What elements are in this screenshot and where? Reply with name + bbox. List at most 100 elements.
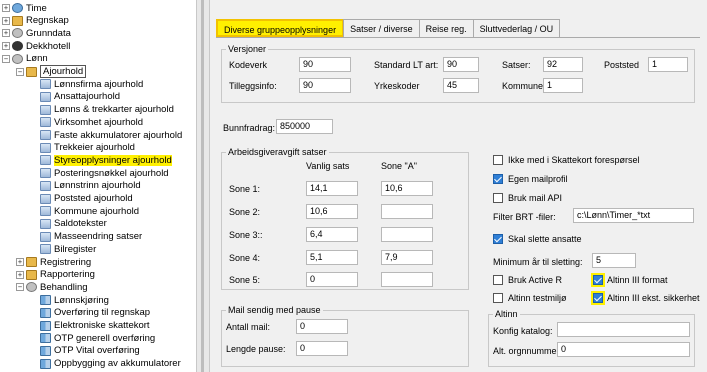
splitter[interactable] <box>196 0 210 372</box>
tab-diverse-gruppeopplysninger[interactable]: Diverse gruppeopplysninger <box>216 19 345 37</box>
tree-item-label: Time <box>26 2 47 14</box>
tree-item-label: Lønnskjøring <box>54 294 109 306</box>
tree-item[interactable]: Masseendring satser <box>40 231 142 243</box>
tree-item-label: Lønn <box>26 53 48 65</box>
tree-item[interactable]: − Lønn <box>2 53 48 65</box>
vanlig-sats-field[interactable]: 5,1 <box>306 250 358 265</box>
tree-item[interactable]: Styreopplysninger ajourhold <box>40 154 172 166</box>
altinn3-sikkerhet-checkbox[interactable] <box>593 293 603 303</box>
database-icon <box>12 28 23 39</box>
kodeverk-field[interactable]: 90 <box>299 57 351 72</box>
folder-icon <box>26 257 37 267</box>
tree-item[interactable]: OTP Vital overføring <box>40 345 140 357</box>
egen-mailprofil-checkbox[interactable] <box>493 174 503 184</box>
splitter-bar <box>201 0 204 372</box>
tree-item[interactable]: Lønnsfirma ajourhold <box>40 78 143 90</box>
tab-reise-reg[interactable]: Reise reg. <box>418 19 474 37</box>
konfig-katalog-field[interactable] <box>557 322 690 337</box>
yrkeskoder-label: Yrkeskoder <box>374 81 420 91</box>
sone-a-field[interactable] <box>381 204 433 219</box>
lengde-pause-field[interactable]: 0 <box>296 341 348 356</box>
poststed-field[interactable]: 1 <box>648 57 688 72</box>
tree-item[interactable]: Faste akkumulatorer ajourhold <box>40 129 182 141</box>
tree-item[interactable]: Posteringsnøkkel ajourhold <box>40 167 169 179</box>
document-icon <box>40 104 51 115</box>
tree-item[interactable]: + Registrering <box>16 256 91 268</box>
expand-icon[interactable]: + <box>2 4 10 12</box>
tree-item[interactable]: + Rapportering <box>16 269 95 281</box>
ikke-med-label: Ikke med i Skattekort forespørsel <box>508 155 640 165</box>
tree-item-label: Ajourhold <box>40 65 87 78</box>
tree-item[interactable]: Lønnskjøring <box>40 294 109 306</box>
collapse-icon[interactable]: − <box>2 54 10 63</box>
grid-icon <box>40 295 51 306</box>
altinn3-format-checkbox[interactable] <box>593 275 603 285</box>
tab-content: Versjoner Kodeverk 90 Tilleggsinfo: 90 S… <box>216 37 700 372</box>
tree-item[interactable]: OTP generell overføring <box>40 332 155 344</box>
expand-icon[interactable]: + <box>16 270 24 279</box>
tree-item[interactable]: + Dekkhotell <box>2 40 70 52</box>
expand-icon[interactable]: + <box>2 29 10 38</box>
document-icon <box>40 218 51 229</box>
bunnfradrag-field[interactable]: 850000 <box>276 119 333 134</box>
tree-item-label: Virksomhet ajourhold <box>54 116 144 128</box>
tree-item[interactable]: Lønns & trekkarter ajourhold <box>40 104 174 116</box>
tree-item[interactable]: Ansattajourhold <box>40 91 120 103</box>
tree-item[interactable]: Trekkeier ajourhold <box>40 142 135 154</box>
bunnfradrag-label: Bunnfradrag: <box>223 123 276 133</box>
collapse-icon[interactable]: − <box>16 283 24 292</box>
vanlig-sats-field[interactable]: 14,1 <box>306 181 358 196</box>
antall-mail-field[interactable]: 0 <box>296 319 348 334</box>
tree-item-label: Lønnsfirma ajourhold <box>54 78 144 90</box>
expand-icon[interactable]: + <box>16 258 24 266</box>
expand-icon[interactable]: + <box>2 42 10 51</box>
vanlig-sats-field[interactable]: 6,4 <box>306 227 358 242</box>
tree-item[interactable]: Lønnstrinn ajourhold <box>40 180 141 192</box>
document-icon <box>40 168 51 179</box>
sone-a-field[interactable]: 10,6 <box>381 181 433 196</box>
vanlig-sats-field[interactable]: 0 <box>306 272 358 287</box>
tree-item[interactable]: − Ajourhold <box>16 65 87 78</box>
altinn-testmiljo-checkbox[interactable] <box>493 293 503 303</box>
ikke-med-checkbox[interactable] <box>493 155 503 165</box>
filter-brt-field[interactable]: c:\Lønn\Timer_*txt <box>573 208 694 223</box>
satser-field[interactable]: 92 <box>543 57 583 72</box>
bruk-mail-api-checkbox[interactable] <box>493 193 503 203</box>
tree-item[interactable]: − Behandling <box>16 281 88 293</box>
collapse-icon[interactable]: − <box>16 67 24 76</box>
sone-a-field[interactable] <box>381 272 433 287</box>
standard-lt-art-field[interactable]: 90 <box>443 57 479 72</box>
expand-icon[interactable]: + <box>2 16 10 25</box>
tilleggsinfo-field[interactable]: 90 <box>299 78 351 93</box>
kommune-field[interactable]: 1 <box>543 78 583 93</box>
vanlig-sats-field[interactable]: 10,6 <box>306 204 358 219</box>
tree-item[interactable]: + Grunndata <box>2 27 71 39</box>
tree-item-label: Overføring til regnskap <box>54 307 151 319</box>
skal-slette-checkbox[interactable] <box>493 234 503 244</box>
document-icon <box>40 130 51 140</box>
bruk-active-r-checkbox[interactable] <box>493 275 503 285</box>
arbeidsgiveravgift-group: Arbeidsgiveravgift satser <box>221 147 469 290</box>
tree-item[interactable]: Oppbygging av akkumulatorer <box>40 358 181 370</box>
tree-item[interactable]: Saldotekster <box>40 218 107 230</box>
tree-item[interactable]: Overføring til regnskap <box>40 307 150 319</box>
tree-item[interactable]: + Time <box>2 2 47 14</box>
versjoner-title: Versjoner <box>226 44 269 54</box>
minimum-ar-field[interactable]: 5 <box>592 253 636 268</box>
tree-item[interactable]: Bilregister <box>40 243 96 255</box>
tree-item-label: Masseendring satser <box>54 231 143 243</box>
tree-item[interactable]: Elektroniske skattekort <box>40 320 150 332</box>
tree-item[interactable]: Virksomhet ajourhold <box>40 116 143 128</box>
sone-a-field[interactable] <box>381 227 433 242</box>
tree-item[interactable]: Poststed ajourhold <box>40 193 133 205</box>
alt-orgnummer-field[interactable]: 0 <box>557 342 690 357</box>
tree-item-label: Kommune ajourhold <box>54 205 140 217</box>
tree-item[interactable]: Kommune ajourhold <box>40 205 139 217</box>
tree-item[interactable]: + Regnskap <box>2 15 69 27</box>
yrkeskoder-field[interactable]: 45 <box>443 78 479 93</box>
tab-satser-diverse[interactable]: Satser / diverse <box>343 19 420 37</box>
bruk-mail-api-label: Bruk mail API <box>508 193 563 203</box>
tab-sluttvederlag-ou[interactable]: Sluttvederlag / OU <box>472 19 561 37</box>
tree-item-label: Posteringsnøkkel ajourhold <box>54 167 169 179</box>
sone-a-field[interactable]: 7,9 <box>381 250 433 265</box>
